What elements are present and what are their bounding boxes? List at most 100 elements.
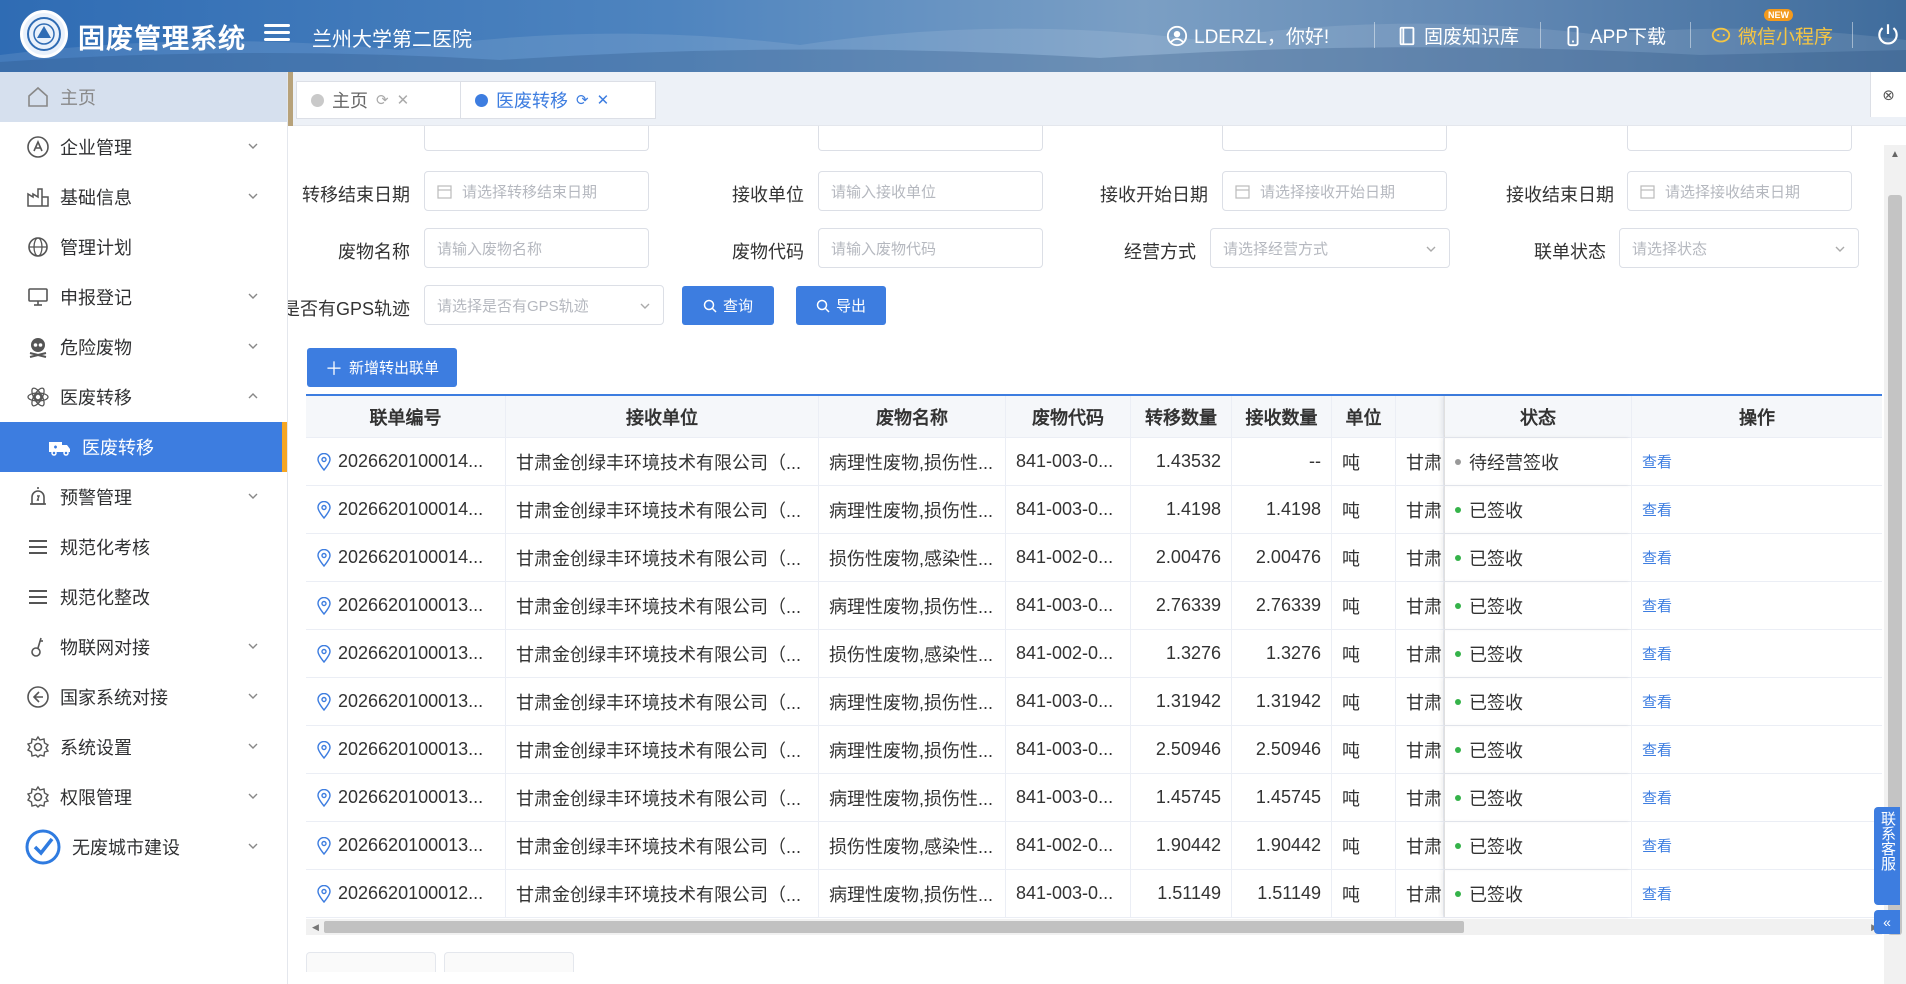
col-header[interactable]: 状态 <box>1444 396 1632 437</box>
waste-name-input[interactable]: 请输入废物名称 <box>424 228 649 268</box>
cell-operation: 查看 <box>1632 438 1882 485</box>
sidebar-item-home[interactable]: 主页 <box>0 72 287 122</box>
sidebar-item-national-system[interactable]: 国家系统对接 <box>0 672 287 722</box>
location-pin-icon[interactable] <box>316 740 332 759</box>
receive-end-date-picker[interactable]: 请选择接收结束日期 <box>1627 171 1852 211</box>
location-pin-icon[interactable] <box>316 596 332 615</box>
refresh-icon[interactable]: ⟳ <box>376 91 389 109</box>
location-pin-icon[interactable] <box>316 452 332 471</box>
close-icon[interactable]: ✕ <box>597 91 610 109</box>
sidebar-item-plan[interactable]: 管理计划 <box>0 222 287 272</box>
gps-select[interactable]: 请选择是否有GPS轨迹 <box>424 285 664 325</box>
user-greeting[interactable]: LDERZL，你好! <box>1166 22 1329 49</box>
filter-input-top[interactable] <box>818 126 1043 151</box>
sidebar-item-basic-info[interactable]: 基础信息 <box>0 172 287 222</box>
sidebar-item-zero-waste-city[interactable]: 无废城市建设 <box>0 822 287 872</box>
table-row[interactable]: 2026620100013... 甘肃金创绿丰环境技术有限公司（... 病理性废物,… <box>306 726 1882 774</box>
scroll-left-icon[interactable]: ◀ <box>312 922 319 933</box>
export-button[interactable]: 导出 <box>796 286 886 325</box>
view-link[interactable]: 查看 <box>1642 451 1672 472</box>
col-header[interactable]: 联单编号 <box>306 396 506 437</box>
col-header[interactable]: 接收数量 <box>1232 396 1332 437</box>
scroll-thumb[interactable] <box>324 921 1464 933</box>
app-download-link[interactable]: APP下载 <box>1562 22 1666 49</box>
cell-receiver: 甘肃金创绿丰环境技术有限公司（... <box>506 438 819 485</box>
table-row[interactable]: 2026620100013... 甘肃金创绿丰环境技术有限公司（... 病理性废物,… <box>306 774 1882 822</box>
table-row[interactable]: 2026620100014... 甘肃金创绿丰环境技术有限公司（... 损伤性废物,… <box>306 534 1882 582</box>
sidebar-item-standard-rectify[interactable]: 规范化整改 <box>0 572 287 622</box>
cell-receive-qty: -- <box>1232 438 1332 485</box>
sidebar-item-hazardous[interactable]: 危险废物 <box>0 322 287 372</box>
col-header[interactable]: 废物名称 <box>819 396 1006 437</box>
horizontal-scrollbar[interactable]: ◀ ▶ <box>306 919 1882 935</box>
filter-input-top[interactable] <box>1222 126 1447 151</box>
view-link[interactable]: 查看 <box>1642 595 1672 616</box>
receive-start-date-picker[interactable]: 请选择接收开始日期 <box>1222 171 1447 211</box>
knowledge-link[interactable]: 固废知识库 <box>1396 22 1519 49</box>
operation-select[interactable]: 请选择经营方式 <box>1210 228 1450 268</box>
query-button[interactable]: 查询 <box>682 286 774 325</box>
sidebar-item-declaration[interactable]: 申报登记 <box>0 272 287 322</box>
sidebar-item-medical-transfer[interactable]: 医废转移 <box>0 422 287 472</box>
view-link[interactable]: 查看 <box>1642 691 1672 712</box>
table-row[interactable]: 2026620100013... 甘肃金创绿丰环境技术有限公司（... 损伤性废物,… <box>306 630 1882 678</box>
user-icon <box>1166 25 1188 46</box>
location-pin-icon[interactable] <box>316 644 332 663</box>
view-link[interactable]: 查看 <box>1642 739 1672 760</box>
knowledge-label: 固废知识库 <box>1424 27 1520 48</box>
tab-home[interactable]: 主页 ⟳ ✕ <box>296 81 464 119</box>
location-pin-icon[interactable] <box>316 836 332 855</box>
sidebar-item-standard-assessment[interactable]: 规范化考核 <box>0 522 287 572</box>
table-row[interactable]: 2026620100013... 甘肃金创绿丰环境技术有限公司（... 损伤性废物,… <box>306 822 1882 870</box>
transfer-end-date-picker[interactable]: 请选择转移结束日期 <box>424 171 649 211</box>
filter-input-top[interactable] <box>424 126 649 151</box>
close-all-tabs-icon[interactable]: ⊗ <box>1870 72 1906 117</box>
sidebar-item-label: 医废转移 <box>60 388 132 408</box>
location-pin-icon[interactable] <box>316 788 332 807</box>
collapse-double-left-icon[interactable]: « <box>1874 910 1900 934</box>
waste-code-input[interactable]: 请输入废物代码 <box>818 228 1043 268</box>
filter-input-top[interactable] <box>1627 126 1852 151</box>
cell-waste-code: 841-003-0... <box>1006 678 1131 725</box>
power-icon[interactable] <box>1875 21 1901 47</box>
col-header[interactable]: 废物代码 <box>1006 396 1131 437</box>
table-row[interactable]: 2026620100014... 甘肃金创绿丰环境技术有限公司（... 病理性废物,… <box>306 438 1882 486</box>
receiver-input[interactable]: 请输入接收单位 <box>818 171 1043 211</box>
contact-service-button[interactable]: 联系客服 <box>1874 807 1900 905</box>
sidebar-item-permissions[interactable]: 权限管理 <box>0 772 287 822</box>
col-header[interactable]: 转移数量 <box>1131 396 1232 437</box>
cell-status: 已签收 <box>1444 630 1632 677</box>
table-row[interactable]: 2026620100013... 甘肃金创绿丰环境技术有限公司（... 病理性废物,… <box>306 678 1882 726</box>
status-select[interactable]: 请选择状态 <box>1619 228 1859 268</box>
sidebar-item-warning[interactable]: 预警管理 <box>0 472 287 522</box>
col-header[interactable]: 接收单位 <box>506 396 819 437</box>
menu-toggle-icon[interactable] <box>264 20 290 46</box>
location-pin-icon[interactable] <box>316 692 332 711</box>
table-row[interactable]: 2026620100012... 甘肃金创绿丰环境技术有限公司（... 病理性废物,… <box>306 870 1882 918</box>
view-link[interactable]: 查看 <box>1642 883 1672 904</box>
location-pin-icon[interactable] <box>316 548 332 567</box>
add-transfer-button[interactable]: ＋ 新增转出联单 <box>307 348 457 387</box>
location-pin-icon[interactable] <box>316 500 332 519</box>
col-header[interactable]: 单位 <box>1332 396 1396 437</box>
mini-program-link[interactable]: 微信小程序 <box>1710 22 1833 49</box>
view-link[interactable]: 查看 <box>1642 547 1672 568</box>
view-link[interactable]: 查看 <box>1642 643 1672 664</box>
cell-waste-code: 841-002-0... <box>1006 534 1131 581</box>
sidebar-item-system-settings[interactable]: 系统设置 <box>0 722 287 772</box>
table-row[interactable]: 2026620100013... 甘肃金创绿丰环境技术有限公司（... 病理性废物,… <box>306 582 1882 630</box>
sidebar-item-medical-transfer-group[interactable]: 医废转移 <box>0 372 287 422</box>
scroll-up-icon[interactable]: ▲ <box>1890 149 1900 160</box>
refresh-icon[interactable]: ⟳ <box>576 91 589 109</box>
sidebar-item-enterprise[interactable]: 企业管理 <box>0 122 287 172</box>
cell-status: 已签收 <box>1444 822 1632 869</box>
table-row[interactable]: 2026620100014... 甘肃金创绿丰环境技术有限公司（... 病理性废物,… <box>306 486 1882 534</box>
tab-medical-transfer[interactable]: 医废转移 ⟳ ✕ <box>460 81 656 119</box>
view-link[interactable]: 查看 <box>1642 499 1672 520</box>
query-label: 查询 <box>722 298 753 315</box>
view-link[interactable]: 查看 <box>1642 835 1672 856</box>
sidebar-item-iot[interactable]: 物联网对接 <box>0 622 287 672</box>
location-pin-icon[interactable] <box>316 884 332 903</box>
close-icon[interactable]: ✕ <box>397 91 410 109</box>
view-link[interactable]: 查看 <box>1642 787 1672 808</box>
